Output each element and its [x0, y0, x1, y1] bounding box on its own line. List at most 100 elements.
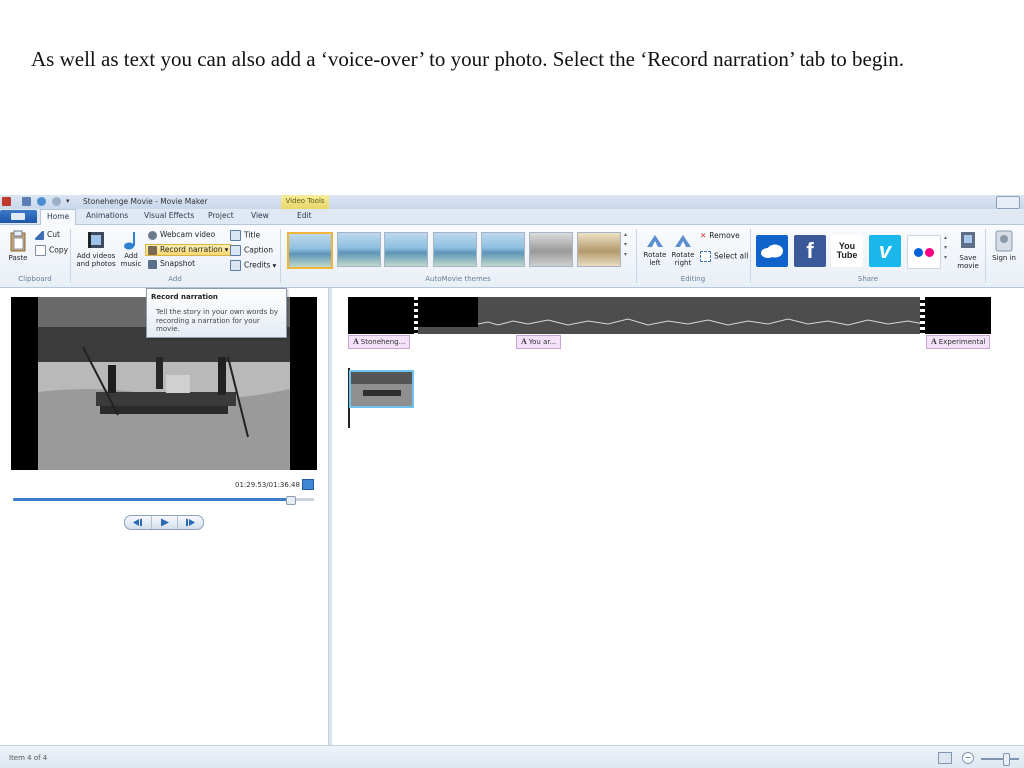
previous-frame-button[interactable]	[125, 516, 152, 529]
file-menu-button[interactable]	[0, 210, 37, 223]
photo-clip-thumbnail[interactable]	[349, 370, 414, 408]
editing-group-label: Editing	[680, 275, 706, 283]
snapshot-label: Snapshot	[160, 259, 196, 268]
ribbon: Paste Cut Copy Clipboard Add videos and …	[0, 225, 1024, 288]
select-all-button[interactable]: Select all	[700, 251, 748, 262]
credits-button[interactable]: Credits ▾	[230, 260, 276, 271]
caption-button[interactable]: Caption	[230, 245, 273, 256]
add-videos-label: Add videos and photos	[76, 252, 116, 268]
automovie-theme-1[interactable]	[287, 232, 333, 269]
save-movie-icon	[961, 232, 975, 248]
snapshot-button[interactable]: Snapshot	[148, 259, 195, 269]
select-all-icon	[700, 251, 711, 262]
seek-bar[interactable]	[13, 496, 314, 505]
rotate-right-icon	[675, 235, 691, 247]
save-icon[interactable]	[22, 197, 31, 206]
automovie-theme-5[interactable]	[481, 232, 525, 267]
title-button[interactable]: Title	[230, 230, 260, 241]
undo-icon[interactable]	[37, 197, 46, 206]
cut-button[interactable]: Cut	[35, 230, 60, 240]
storyboard-view-icon[interactable]	[938, 752, 952, 764]
file-menu-icon	[11, 213, 25, 220]
ribbon-tabs: Home Animations Visual Effects Project V…	[0, 209, 1024, 225]
automovie-theme-4[interactable]	[433, 232, 477, 267]
title-bar: ▾ Stonehenge Movie - Movie Maker Video T…	[0, 195, 1024, 210]
credits-icon	[230, 260, 241, 271]
tab-view[interactable]: View	[251, 211, 269, 220]
select-all-label: Select all	[714, 251, 749, 261]
next-frame-button[interactable]	[177, 516, 203, 529]
webcam-video-button[interactable]: Webcam video	[148, 230, 215, 240]
vimeo-icon[interactable]: v	[869, 235, 901, 267]
automovie-theme-7[interactable]	[577, 232, 621, 267]
title-label: Title	[244, 230, 261, 240]
themes-scroll-icon[interactable]: ▴ ▾ ▾	[624, 230, 627, 260]
seek-bar-progress	[13, 498, 290, 501]
tab-project[interactable]: Project	[208, 211, 234, 220]
movie-maker-window: ▾ Stonehenge Movie - Movie Maker Video T…	[0, 195, 1024, 768]
paste-button[interactable]: Paste	[5, 230, 31, 262]
storyboard-pane: A Stoneheng... A You ar... A Experimental	[332, 288, 1024, 745]
tab-animations[interactable]: Animations	[86, 211, 128, 220]
fullscreen-icon[interactable]	[302, 479, 314, 490]
sign-in-label: Sign in	[992, 254, 1016, 262]
play-button[interactable]	[151, 516, 178, 529]
ribbon-separator	[750, 229, 751, 283]
quick-access-dropdown-icon[interactable]: ▾	[66, 197, 75, 206]
close-window-button[interactable]	[996, 196, 1020, 209]
share-scroll-icon[interactable]: ▴ ▾ ▾	[944, 233, 947, 263]
automovie-theme-2[interactable]	[337, 232, 381, 267]
rotate-right-button[interactable]: Rotate right	[670, 233, 696, 267]
clip-thumbnail-image	[351, 372, 412, 406]
tab-edit[interactable]: Edit	[297, 211, 312, 220]
copy-button[interactable]: Copy	[35, 245, 68, 256]
save-movie-button[interactable]: Save movie	[955, 230, 981, 270]
redo-icon[interactable]	[52, 197, 61, 206]
record-narration-button[interactable]: Record narration ▾	[145, 244, 232, 256]
zoom-slider-thumb[interactable]	[1003, 753, 1010, 766]
seek-bar-thumb[interactable]	[285, 496, 296, 505]
rotate-left-button[interactable]: Rotate left	[642, 233, 668, 267]
automovie-theme-3[interactable]	[384, 232, 428, 267]
zoom-slider-track[interactable]	[981, 758, 1019, 760]
record-narration-dropdown-icon[interactable]: ▾	[225, 245, 229, 254]
tab-home[interactable]: Home	[40, 209, 77, 225]
window-title: Stonehenge Movie - Movie Maker	[83, 197, 208, 206]
flickr-blue-dot	[914, 247, 923, 257]
copy-icon	[35, 245, 46, 256]
caption-chip[interactable]: A Stoneheng...	[348, 335, 411, 349]
youtube-icon[interactable]: You Tube	[831, 235, 863, 267]
tooltip-title: Record narration	[151, 293, 218, 301]
play-icon	[161, 518, 169, 527]
playback-time: 01:29.53/01:36.48	[235, 481, 300, 489]
ribbon-separator	[70, 229, 71, 283]
add-music-label: Add music	[120, 252, 142, 268]
caption-chip[interactable]: A Experimental	[926, 335, 991, 349]
automovie-theme-6[interactable]	[529, 232, 573, 267]
zoom-out-icon[interactable]: −	[962, 752, 974, 764]
cut-label: Cut	[47, 230, 60, 239]
share-group-label: Share	[857, 275, 879, 283]
caption-chip[interactable]: A You ar...	[516, 335, 562, 349]
sign-in-button[interactable]: Sign in	[990, 230, 1018, 262]
credits-dropdown-icon[interactable]: ▾	[272, 261, 276, 270]
add-videos-and-photos-button[interactable]: Add videos and photos	[74, 230, 118, 268]
caption-chip-label: Experimental	[938, 338, 986, 346]
app-menu-icon[interactable]	[2, 197, 11, 206]
scissors-icon	[35, 230, 44, 240]
add-music-button[interactable]: Add music	[119, 230, 143, 268]
onedrive-icon[interactable]	[756, 235, 788, 267]
facebook-icon[interactable]: f	[794, 235, 826, 267]
remove-button[interactable]: ✕ Remove	[700, 231, 740, 240]
microphone-icon	[148, 245, 157, 255]
webcam-label: Webcam video	[160, 230, 216, 239]
slide-instruction-text: As well as text you can also add a ‘voic…	[31, 47, 904, 71]
status-item-count: Item 4 of 4	[9, 754, 48, 762]
music-note-icon	[124, 232, 135, 250]
narration-audio-track[interactable]	[348, 297, 991, 334]
tab-visual-effects[interactable]: Visual Effects	[144, 211, 194, 220]
remove-x-icon: ✕	[700, 231, 707, 240]
caption-icon	[230, 245, 241, 256]
flickr-icon[interactable]	[907, 235, 941, 269]
tooltip-body: Tell the story in your own words by reco…	[156, 308, 279, 333]
